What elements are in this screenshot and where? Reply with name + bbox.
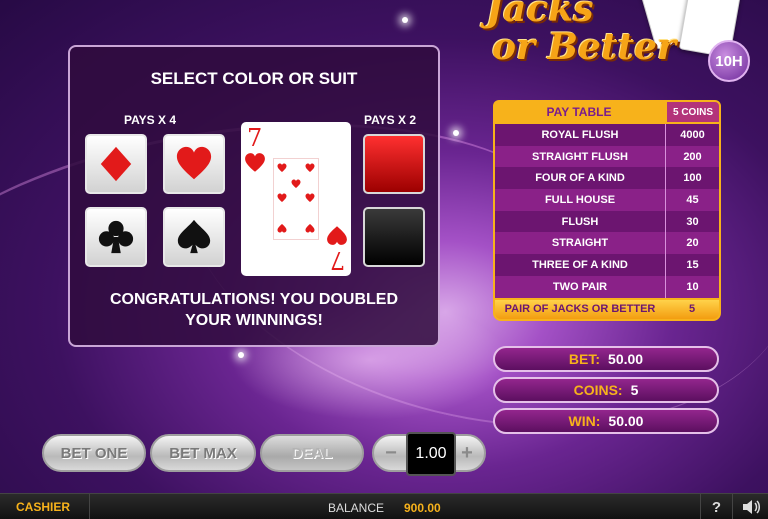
pay-table-row: FULL HOUSE 45	[493, 189, 721, 211]
pay-table-row: THREE OF A KIND 15	[493, 254, 721, 276]
hand-payout: 15	[665, 254, 719, 276]
card-rank: 7	[247, 124, 263, 152]
decrease-coin-button[interactable]: −	[380, 442, 402, 464]
balance-label: BALANCE	[328, 501, 385, 515]
logo-text: or Better	[492, 26, 676, 68]
pays-suit-label: PAYS X 4	[124, 113, 177, 127]
bet-label: BET:	[568, 351, 601, 367]
sparkle-icon	[453, 130, 459, 136]
heart-icon	[245, 153, 265, 172]
gamble-title: SELECT COLOR OR SUIT	[150, 69, 358, 88]
hand-name: STRAIGHT	[551, 237, 609, 250]
speaker-icon	[742, 500, 760, 514]
black-color-button[interactable]	[363, 207, 425, 267]
hand-payout: 45	[665, 189, 719, 211]
red-color-button[interactable]	[363, 134, 425, 194]
pay-table: PAY TABLE 5 COINS ROYAL FLUSH 4000 STRAIG…	[493, 100, 721, 321]
hand-name: STRAIGHT FLUSH	[532, 150, 628, 163]
heart-icon	[305, 163, 315, 172]
club-icon	[98, 220, 134, 254]
diamonds-button[interactable]	[85, 134, 147, 194]
hand-payout: 10	[665, 275, 719, 298]
heart-icon	[305, 224, 315, 233]
heart-icon	[327, 226, 347, 245]
gamble-panel: SELECT COLOR OR SUIT PAYS X 4 PAYS X 2 7	[68, 45, 440, 347]
hand-payout: 30	[665, 210, 719, 233]
heart-icon	[305, 193, 315, 202]
sparkle-icon	[402, 17, 408, 23]
hand-name: FLUSH	[561, 215, 599, 228]
pay-table-title: PAY TABLE	[493, 100, 665, 124]
diamond-icon	[100, 146, 132, 182]
heart-icon	[277, 193, 287, 202]
increase-coin-button[interactable]: +	[456, 442, 478, 464]
bet-one-button[interactable]: BET ONE	[42, 434, 146, 472]
hand-payout: 200	[665, 145, 719, 168]
hand-name: TWO PAIR	[552, 280, 608, 293]
bet-display: BET: 50.00	[493, 346, 719, 372]
pay-table-row: STRAIGHT 20	[493, 232, 721, 255]
win-message-line: CONGRATULATIONS! YOU DOUBLED	[110, 291, 398, 308]
card-rank: 7	[329, 246, 345, 274]
pay-table-row: STRAIGHT FLUSH 200	[493, 145, 721, 168]
win-display: WIN: 50.00	[493, 408, 719, 434]
hearts-button[interactable]	[163, 134, 225, 194]
cashier-button[interactable]: CASHIER	[0, 494, 90, 519]
heart-icon	[291, 179, 301, 188]
hand-name: FULL HOUSE	[544, 193, 616, 206]
pay-table-row: ROYAL FLUSH 4000	[493, 124, 721, 146]
win-value: 50.00	[608, 413, 644, 429]
status-bar: CASHIER BALANCE 900.00 ?	[0, 493, 768, 519]
pays-color-label: PAYS X 2	[364, 113, 417, 127]
heart-icon	[277, 163, 287, 172]
hand-payout: 4000	[665, 124, 719, 146]
pay-table-header: PAY TABLE 5 COINS	[493, 100, 721, 124]
coins-label: COINS:	[573, 382, 623, 398]
pay-table-rows: ROYAL FLUSH 4000 STRAIGHT FLUSH 200 FOUR O…	[493, 124, 721, 321]
pay-table-coins-header: 5 COINS	[665, 100, 721, 124]
spades-button[interactable]	[163, 207, 225, 267]
game-logo: Jacks or Better 10H	[470, 0, 768, 96]
sparkle-icon	[238, 352, 244, 358]
coin-value: 1.00	[406, 432, 456, 476]
coin-value-stepper: − 1.00 +	[372, 432, 486, 476]
win-message: CONGRATULATIONS! YOU DOUBLED YOUR WINNIN…	[70, 289, 438, 331]
hand-name: FOUR OF A KIND	[535, 172, 625, 185]
coins-display: COINS: 5	[493, 377, 719, 403]
card-pips	[273, 158, 319, 240]
clubs-button[interactable]	[85, 207, 147, 267]
logo-badge: 10H	[708, 40, 750, 82]
win-message-line: YOUR WINNINGS!	[185, 312, 323, 329]
heart-icon	[176, 146, 212, 180]
hand-name: PAIR OF JACKS OR BETTER	[504, 303, 656, 315]
help-icon[interactable]: ?	[700, 494, 732, 519]
coins-value: 5	[630, 382, 639, 398]
heart-icon	[277, 224, 287, 233]
deal-button[interactable]: DEAL	[260, 434, 364, 472]
hand-payout: 20	[665, 232, 719, 255]
drawn-card: 7 7	[241, 122, 351, 276]
win-label: WIN:	[568, 413, 601, 429]
bet-max-button[interactable]: BET MAX	[150, 434, 256, 472]
pay-table-row: FLUSH 30	[493, 210, 721, 233]
sound-icon[interactable]	[732, 494, 768, 519]
hand-payout: 5	[688, 303, 696, 315]
hand-name: THREE OF A KIND	[532, 258, 628, 271]
pay-table-row-highlighted: PAIR OF JACKS OR BETTER 5	[493, 297, 721, 321]
hand-payout: 100	[665, 167, 719, 190]
bet-value: 50.00	[608, 351, 644, 367]
pay-table-row: FOUR OF A KIND 100	[493, 167, 721, 190]
spade-icon	[177, 219, 211, 254]
hand-name: ROYAL FLUSH	[541, 128, 619, 141]
balance-value: 900.00	[404, 501, 441, 515]
pay-table-row: TWO PAIR 10	[493, 275, 721, 298]
